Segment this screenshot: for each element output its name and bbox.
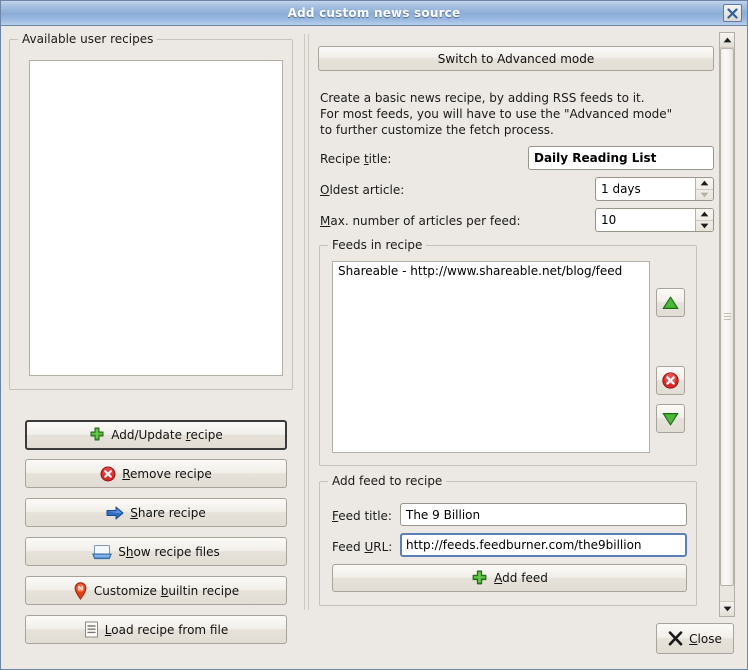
customize-builtin-recipe-label: Customize builtin recipe [93, 583, 240, 598]
max-articles-decrement-button[interactable] [696, 221, 713, 232]
feed-title-label: Feed title: [332, 509, 392, 523]
oldest-article-spinner[interactable]: 1 days [595, 177, 714, 201]
add-update-recipe-button[interactable]: Add/Update recipe [25, 420, 287, 450]
feed-url-label: Feed URL: [332, 540, 393, 554]
show-recipe-files-button[interactable]: Show recipe files [25, 537, 287, 566]
window-close-button[interactable] [723, 4, 742, 22]
available-user-recipes-label: Available user recipes [18, 32, 158, 46]
add-feed-label: Add feed [494, 571, 548, 585]
green-plus-icon [472, 570, 487, 584]
add-feed-button[interactable]: Add feed [332, 564, 687, 592]
red-x-circle-icon [662, 372, 679, 389]
window-title: Add custom news source [287, 6, 461, 20]
remove-recipe-button[interactable]: Remove recipe [25, 459, 287, 488]
scroll-grip-icon [724, 313, 731, 321]
max-articles-label: Max. number of articles per feed: [320, 214, 521, 228]
load-recipe-from-file-label: Load recipe from file [104, 622, 229, 637]
max-articles-value[interactable]: 10 [596, 209, 695, 231]
red-x-circle-icon [100, 466, 116, 481]
share-recipe-label: Share recipe [130, 505, 206, 520]
feed-title-input[interactable]: The 9 Billion [400, 503, 687, 526]
title-bar: Add custom news source [1, 1, 747, 26]
switch-to-advanced-mode-button[interactable]: Switch to Advanced mode [318, 46, 714, 71]
black-x-icon [668, 631, 683, 646]
scroll-up-icon [723, 37, 731, 43]
green-up-triangle-icon [662, 296, 679, 309]
panel-splitter[interactable] [304, 34, 309, 610]
close-button-label: Close [689, 631, 722, 646]
oldest-article-value[interactable]: 1 days [596, 178, 695, 200]
scrollbar-thumb[interactable] [720, 48, 734, 586]
feed-url-input[interactable]: http://feeds.feedburner.com/the9billion [400, 533, 687, 557]
svg-text:N: N [78, 584, 83, 592]
window-close-icon [727, 8, 738, 19]
oldest-article-spin-buttons [695, 178, 713, 200]
add-update-recipe-label: Add/Update recipe [111, 428, 223, 442]
oldest-article-label: Oldest article: [320, 183, 405, 197]
load-recipe-from-file-button[interactable]: Load recipe from file [25, 615, 287, 644]
available-recipes-panel: Available user recipes Add/Update recipe… [9, 32, 301, 644]
user-recipes-list[interactable] [29, 60, 283, 376]
news-pin-icon: N [74, 581, 87, 600]
right-panel-scrollbar[interactable] [719, 32, 735, 617]
recipe-title-label: Recipe title: [320, 152, 392, 166]
scroll-down-icon [723, 606, 731, 612]
move-feed-up-button[interactable] [656, 288, 685, 317]
spinner-up-icon [700, 211, 709, 217]
scrollbar-down-button[interactable] [720, 601, 734, 616]
document-lines-icon [84, 621, 98, 638]
switch-to-advanced-mode-label: Switch to Advanced mode [437, 51, 595, 66]
recipe-description-text: Create a basic news recipe, by adding RS… [320, 91, 673, 137]
list-item[interactable]: Shareable - http://www.shareable.net/blo… [333, 262, 649, 280]
oldest-article-increment-button[interactable] [696, 178, 713, 190]
green-plus-icon [90, 427, 104, 441]
add-feed-to-recipe-label: Add feed to recipe [328, 474, 447, 488]
close-button[interactable]: Close [656, 623, 734, 654]
recipe-title-input[interactable]: Daily Reading List [528, 146, 714, 170]
add-custom-news-source-dialog: Add custom news source Available user re… [0, 0, 748, 670]
max-articles-increment-button[interactable] [696, 209, 713, 221]
basic-recipe-panel: Switch to Advanced mode Create a basic n… [312, 32, 742, 617]
remove-recipe-label: Remove recipe [122, 466, 212, 481]
green-down-triangle-icon [662, 412, 679, 425]
oldest-article-decrement-button[interactable] [696, 190, 713, 201]
feeds-in-recipe-label: Feeds in recipe [328, 238, 427, 252]
folder-open-icon [92, 544, 112, 559]
scrollbar-up-button[interactable] [720, 33, 734, 48]
blue-right-arrow-icon [106, 506, 124, 519]
feeds-list[interactable]: Shareable - http://www.shareable.net/blo… [332, 261, 650, 453]
max-articles-spinner[interactable]: 10 [595, 208, 714, 232]
max-articles-spin-buttons [695, 209, 713, 231]
customize-builtin-recipe-button[interactable]: N Customize builtin recipe [25, 576, 287, 605]
remove-feed-button[interactable] [656, 366, 685, 395]
spinner-down-icon [700, 223, 709, 229]
spinner-up-icon [700, 180, 709, 186]
show-recipe-files-label: Show recipe files [118, 544, 220, 559]
move-feed-down-button[interactable] [656, 404, 685, 433]
share-recipe-button[interactable]: Share recipe [25, 498, 287, 527]
spinner-down-icon [700, 192, 709, 198]
